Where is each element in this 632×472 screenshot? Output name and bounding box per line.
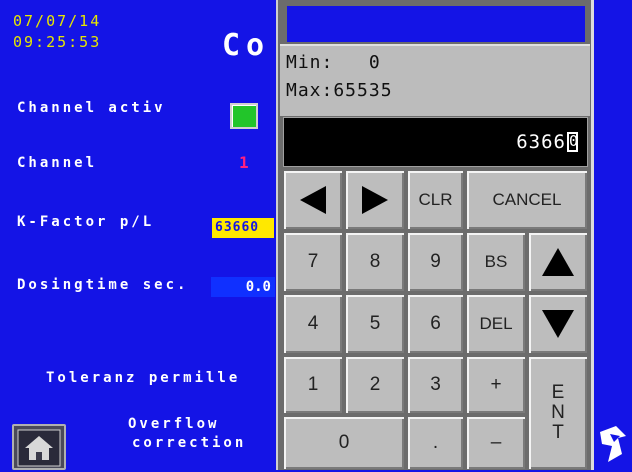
overflow-label: Overflow [128,416,220,432]
min-label: Min: 0 [286,52,381,73]
entry-display: 6366 0 [283,117,588,167]
plus-button[interactable]: + [466,356,526,414]
channel-active-label: Channel activ [17,100,166,116]
arrow-left-icon [300,186,326,214]
logo-icon [596,424,632,464]
keypad-title-bar [287,6,585,42]
kfactor-field[interactable]: 63660 [212,218,274,238]
date-display: 07/07/14 [13,12,102,30]
decimal-point-button[interactable]: . [407,416,464,470]
channel-value[interactable]: 1 [239,153,249,172]
key-0[interactable]: 0 [283,416,405,470]
enter-label-n: N [551,402,565,423]
dosingtime-label: Dosingtime sec. [17,277,189,293]
enter-label-t: T [552,422,564,443]
arrow-up-icon [542,248,574,276]
key-3[interactable]: 3 [407,356,464,414]
entry-value: 6366 [516,131,566,153]
key-8[interactable]: 8 [345,232,405,292]
page-title: Co [222,28,271,63]
home-button[interactable] [12,424,66,470]
up-button[interactable] [528,232,588,292]
down-button[interactable] [528,294,588,354]
arrow-down-icon [542,310,574,338]
key-5[interactable]: 5 [345,294,405,354]
dosingtime-field[interactable]: 0.0 [211,277,275,297]
backspace-button[interactable]: BS [466,232,526,292]
key-1[interactable]: 1 [283,356,343,414]
key-9[interactable]: 9 [407,232,464,292]
kfactor-label: K-Factor p/L [17,214,155,230]
cursor-right-button[interactable] [345,170,405,230]
entry-caret: 0 [567,132,580,152]
enter-button[interactable]: E N T [528,356,588,470]
arrow-right-icon [362,186,388,214]
correction-label: correction [132,435,247,451]
time-display: 09:25:53 [13,33,102,51]
home-icon [17,429,61,467]
channel-label: Channel [17,155,98,171]
delete-button[interactable]: DEL [466,294,526,354]
enter-label-e: E [551,382,565,403]
max-label: Max:65535 [286,80,393,101]
minus-button[interactable]: – [466,416,526,470]
key-6[interactable]: 6 [407,294,464,354]
channel-active-checkbox[interactable] [230,103,258,129]
cursor-left-button[interactable] [283,170,343,230]
toleranz-label: Toleranz permille [46,370,241,386]
key-2[interactable]: 2 [345,356,405,414]
key-7[interactable]: 7 [283,232,343,292]
cancel-button[interactable]: CANCEL [466,170,588,230]
key-4[interactable]: 4 [283,294,343,354]
clear-button[interactable]: CLR [407,170,464,230]
